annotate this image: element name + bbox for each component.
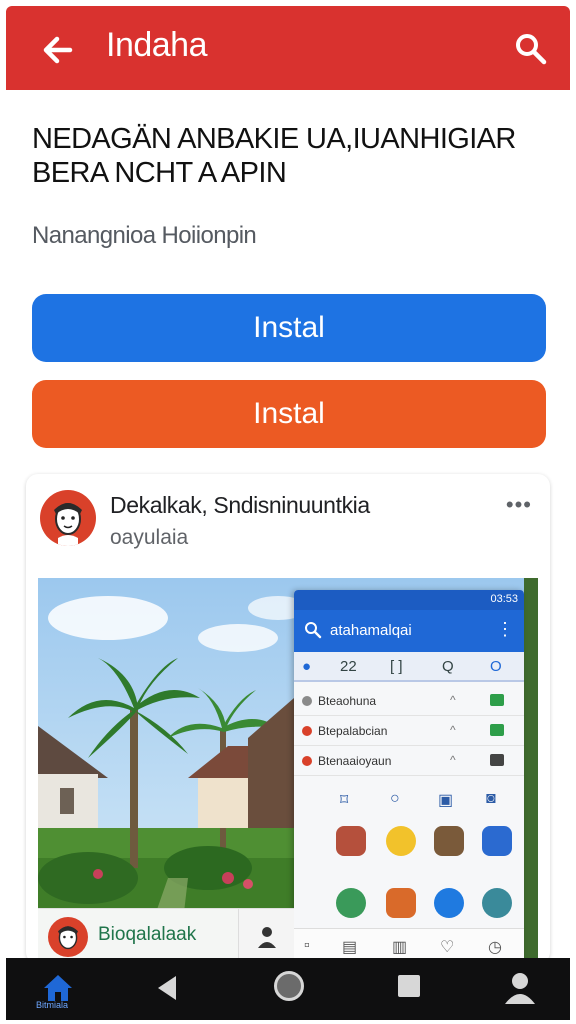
phone-tab-1: 22 (340, 658, 357, 675)
phone-image-icon: ▣ (438, 792, 454, 809)
headline: NEDAGÄN ANBAKIE UA,IUANHIGIAR BERA NCHT … (32, 123, 516, 189)
subtitle-text: Nanangnioa Hoiionpin (32, 222, 257, 249)
phone-nav-icon: ▫ (304, 937, 310, 954)
footer-label: Bioqalalaak (98, 924, 197, 945)
system-nav-bar: Bitmiala (6, 958, 570, 1020)
phone-more-icon: ⋮ (496, 619, 514, 639)
phone-nav-icon: ▥ (392, 939, 408, 956)
phone-tab-4: O (490, 658, 502, 675)
phone-tab-2: [ ] (390, 658, 403, 675)
post-card[interactable]: Dekalkak, Sndisninuuntkia oayulaia ••• 0… (26, 474, 550, 964)
phone-screenshot: 03:53 atahamalqai ⋮ ● 22 [ ] Q O Bteaohu… (294, 590, 524, 964)
back-arrow-icon[interactable] (38, 30, 78, 70)
app-tile-icon (434, 826, 464, 856)
phone-nav-heart-icon: ♡ (440, 939, 455, 956)
phone-status-bar: 03:53 (294, 590, 524, 610)
row-flag-icon (490, 724, 504, 736)
phone-list: Bteaohuna ^ Btepalabcian ^ Btenaaioyaun … (294, 686, 524, 776)
app-bar: Indaha (6, 6, 570, 90)
row-label: Btepalabcian (318, 724, 388, 738)
row-dot-icon (302, 756, 312, 766)
phone-toolbar: atahamalqai ⋮ (294, 610, 524, 652)
phone-camera-icon: ◙ (486, 790, 496, 807)
row-dot-icon (302, 726, 312, 736)
avatar[interactable] (40, 490, 96, 546)
image-footer: Bioqalalaak (38, 908, 294, 964)
row-label: Bteaohuna (318, 694, 377, 708)
more-horizontal-icon[interactable]: ••• (506, 492, 532, 518)
install-button-primary[interactable]: Instal (32, 294, 546, 362)
card-author-name: Dekalkak, Sndisninuuntkia (110, 492, 370, 518)
app-tile-icon (386, 826, 416, 856)
row-dot-icon (302, 696, 312, 706)
phone-search-text: atahamalqai (330, 622, 412, 639)
chevron-up-icon: ^ (450, 693, 456, 707)
person-icon[interactable] (238, 909, 294, 964)
phone-nav-clock-icon: ◷ (488, 939, 502, 956)
post-image[interactable]: 03:53 atahamalqai ⋮ ● 22 [ ] Q O Bteaohu… (38, 578, 538, 964)
phone-tab-location-icon: ● (302, 658, 312, 675)
app-tile-icon (482, 888, 512, 918)
phone-tabs: ● 22 [ ] Q O (294, 652, 524, 682)
phone-icon-bar: ⌑ ○ ▣ ◙ (294, 786, 524, 816)
row-grid-icon (490, 754, 504, 766)
app-tile-icon (482, 826, 512, 856)
phone-bookmark-icon: ⌑ (340, 792, 349, 809)
phone-list-row: Btenaaioyaun ^ (294, 746, 524, 776)
phone-tab-3: Q (442, 658, 454, 675)
footer-avatar (48, 917, 88, 957)
phone-list-row: Btepalabcian ^ (294, 716, 524, 746)
search-icon[interactable] (514, 32, 548, 66)
install-button-secondary[interactable]: Instal (32, 380, 546, 448)
row-flag-icon (490, 694, 504, 706)
nav-home-circle-icon[interactable] (274, 971, 304, 1001)
app-title: Indaha (106, 26, 208, 64)
profile-icon[interactable] (502, 970, 538, 1006)
app-tile-icon (434, 888, 464, 918)
status-time: 03:53 (490, 593, 518, 605)
phone-list-row: Bteaohuna ^ (294, 686, 524, 716)
app-tile-icon (336, 826, 366, 856)
chevron-up-icon: ^ (450, 753, 456, 767)
app-screen: Indaha NEDAGÄN ANBAKIE UA,IUANHIGIAR BER… (0, 0, 576, 1024)
app-tile-icon (386, 888, 416, 918)
chevron-up-icon: ^ (450, 723, 456, 737)
card-author-subtitle: oayulaia (110, 526, 189, 549)
phone-nav-icon: ▤ (342, 939, 358, 956)
nav-back-icon[interactable] (158, 976, 176, 1000)
nav-recents-icon[interactable] (398, 975, 420, 997)
phone-search-icon (305, 622, 322, 639)
app-tile-icon (336, 888, 366, 918)
phone-search-small-icon: ○ (390, 790, 400, 807)
home-label: Bitmiala (36, 1000, 69, 1010)
row-label: Btenaaioyaun (318, 754, 392, 768)
